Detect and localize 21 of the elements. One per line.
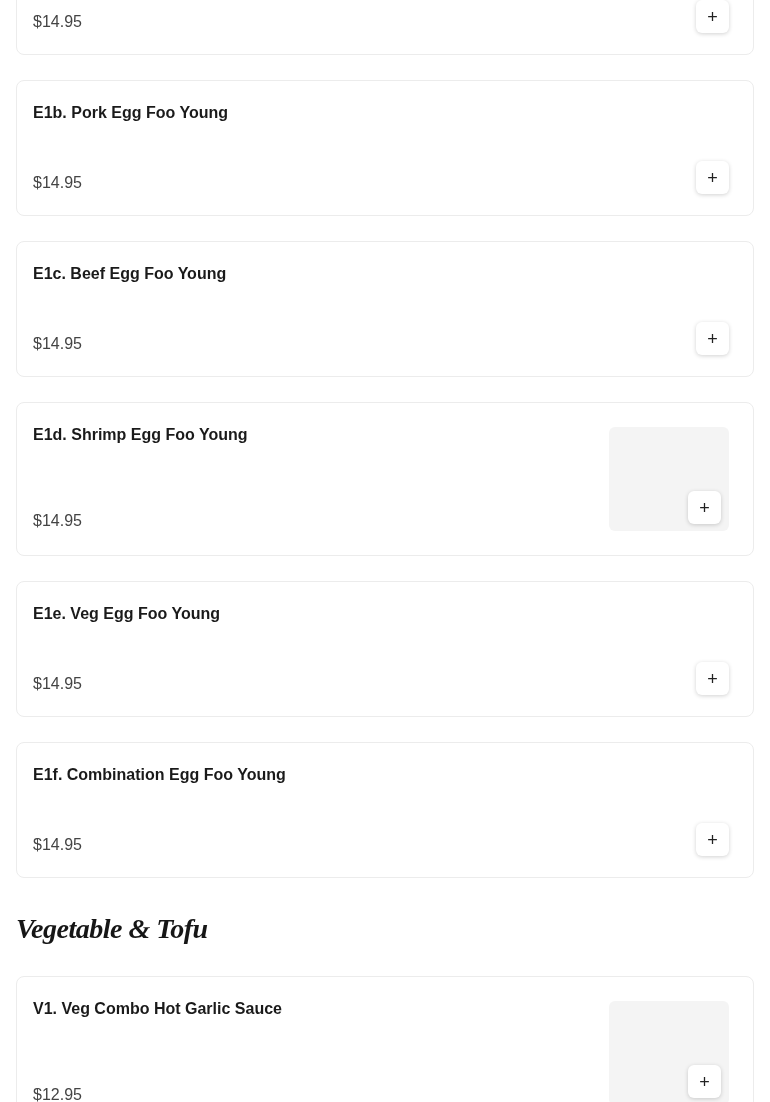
item-price: $14.95	[33, 674, 82, 694]
add-button[interactable]: +	[696, 0, 729, 33]
item-name: V1. Veg Combo Hot Garlic Sauce	[33, 999, 283, 1019]
item-name: E1d. Shrimp Egg Foo Young	[33, 425, 249, 445]
item-name: E1f. Combination Egg Foo Young	[33, 765, 287, 785]
add-button[interactable]: +	[688, 491, 721, 524]
section-heading: Vegetable & Tofu	[16, 913, 208, 945]
item-price: $12.95	[33, 1085, 82, 1102]
item-price: $14.95	[33, 12, 82, 32]
item-price: $14.95	[33, 835, 82, 855]
add-button[interactable]: +	[696, 161, 729, 194]
item-price: $14.95	[33, 511, 82, 531]
add-button[interactable]: +	[696, 662, 729, 695]
item-price: $14.95	[33, 334, 82, 354]
item-name: E1e. Veg Egg Foo Young	[33, 604, 221, 624]
item-price: $14.95	[33, 173, 82, 193]
add-button[interactable]: +	[696, 823, 729, 856]
add-button[interactable]: +	[688, 1065, 721, 1098]
item-name: E1b. Pork Egg Foo Young	[33, 103, 229, 123]
item-name: E1c. Beef Egg Foo Young	[33, 264, 228, 284]
add-button[interactable]: +	[696, 322, 729, 355]
